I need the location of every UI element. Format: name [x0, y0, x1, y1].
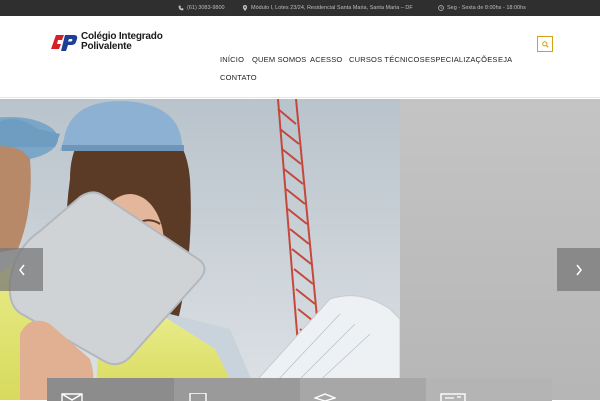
feature-box-2[interactable]: [174, 378, 300, 401]
logo-mark-icon: [51, 35, 78, 51]
clock-icon: [438, 5, 444, 11]
nav-item-especializacoes[interactable]: ESPECIALIZAÇÕES: [425, 55, 498, 64]
feature-bar: [47, 378, 552, 401]
chevron-right-icon: [575, 264, 582, 275]
top-bar: (61) 3083-9800 Módulo I, Lotes 23/24, Re…: [0, 0, 600, 16]
chevron-left-icon: [18, 264, 25, 275]
topbar-hours: Seg - Sexta de 8:00hs - 18:00hs: [438, 0, 526, 16]
site-header: Colégio Integrado Polivalente INÍCIO QUE…: [0, 16, 600, 98]
site-logo[interactable]: Colégio Integrado Polivalente: [50, 30, 170, 54]
logo-text: Colégio Integrado Polivalente: [81, 32, 163, 52]
nav-item-contato[interactable]: CONTATO: [220, 73, 257, 82]
hero-slider: [0, 99, 600, 400]
topbar-address-text: Módulo I, Lotes 23/24, Residencial Santa…: [251, 5, 413, 11]
logo-line-2: Polivalente: [81, 41, 132, 52]
topbar-hours-text: Seg - Sexta de 8:00hs - 18:00hs: [447, 5, 526, 11]
nav-item-inicio[interactable]: INÍCIO: [220, 55, 244, 64]
search-icon: [541, 40, 549, 48]
topbar-phone[interactable]: (61) 3083-9800: [178, 0, 225, 16]
nav-item-cursos-tecnicos[interactable]: CURSOS TÉCNICOS: [349, 55, 425, 64]
nav-item-eja[interactable]: EJA: [498, 55, 512, 64]
hero-photo: [0, 99, 400, 400]
feature-box-4[interactable]: [426, 378, 552, 401]
feature-box-3[interactable]: [300, 378, 426, 401]
slider-prev-button[interactable]: [0, 248, 43, 291]
topbar-address: Módulo I, Lotes 23/24, Residencial Santa…: [242, 0, 413, 16]
main-nav: INÍCIO QUEM SOMOS ACESSO CURSOS TÉCNICOS…: [220, 52, 520, 96]
topbar-phone-text: (61) 3083-9800: [187, 5, 225, 11]
nav-item-quem-somos[interactable]: QUEM SOMOS: [252, 55, 307, 64]
map-pin-icon: [242, 5, 248, 11]
search-button[interactable]: [537, 36, 553, 52]
slider-next-button[interactable]: [557, 248, 600, 291]
feature-box-1[interactable]: [47, 378, 174, 401]
nav-item-acesso[interactable]: ACESSO: [310, 55, 342, 64]
phone-icon: [178, 5, 184, 11]
